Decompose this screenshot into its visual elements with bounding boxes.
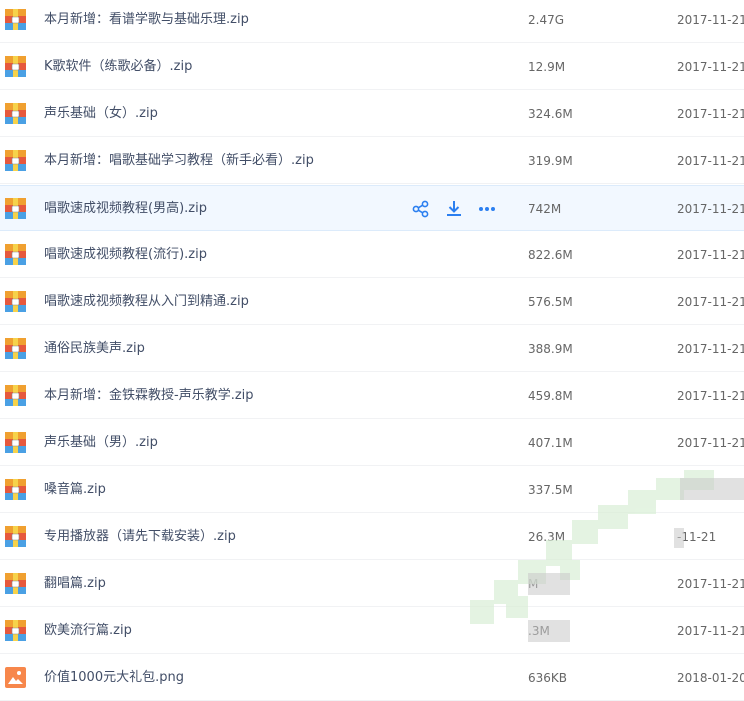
- file-size: .3M: [528, 624, 550, 638]
- file-name-link[interactable]: 唱歌速成视频教程(流行).zip: [44, 232, 207, 278]
- share-icon[interactable]: [410, 198, 432, 220]
- file-row[interactable]: 本月新增：金铁霖教授-声乐教学.zip 459.8M 2017-11-21: [0, 373, 744, 419]
- file-date: 2017-11-21: [677, 60, 744, 74]
- zip-file-icon[interactable]: [5, 385, 26, 406]
- file-size: 576.5M: [528, 295, 573, 309]
- file-row[interactable]: 欧美流行篇.zip .3M 2017-11-21: [0, 608, 744, 654]
- file-date: 2017-11-21: [677, 107, 744, 121]
- file-date: 2017-11-21: [677, 577, 744, 591]
- file-row[interactable]: 唱歌速成视频教程从入门到精通.zip 576.5M 2017-11-21: [0, 279, 744, 325]
- file-name-link[interactable]: 通俗民族美声.zip: [44, 326, 145, 372]
- file-date: 2017-11-21: [677, 295, 744, 309]
- more-icon[interactable]: [476, 198, 498, 220]
- file-name-link[interactable]: 声乐基础（女）.zip: [44, 91, 158, 137]
- file-row[interactable]: 声乐基础（女）.zip 324.6M 2017-11-21: [0, 91, 744, 137]
- file-date: 2017-11-21: [677, 342, 744, 356]
- zip-file-icon[interactable]: [5, 150, 26, 171]
- file-size: 26.3M: [528, 530, 566, 544]
- file-name-link[interactable]: 唱歌速成视频教程(男高).zip: [44, 186, 207, 232]
- file-row[interactable]: 本月新增：看谱学歌与基础乐理.zip 2.47G 2017-11-21: [0, 0, 744, 43]
- file-size: 319.9M: [528, 154, 573, 168]
- file-size: 742M: [528, 202, 562, 216]
- zip-file-icon[interactable]: [5, 291, 26, 312]
- file-row[interactable]: 嗓音篇.zip 337.5M: [0, 467, 744, 513]
- zip-file-icon[interactable]: [5, 620, 26, 641]
- file-size: 822.6M: [528, 248, 573, 262]
- file-size: 388.9M: [528, 342, 573, 356]
- file-name-link[interactable]: 专用播放器（请先下载安装）.zip: [44, 514, 236, 560]
- file-row[interactable]: 唱歌速成视频教程(男高).zip 742M 2017-11-21: [0, 185, 744, 231]
- file-name-link[interactable]: 唱歌速成视频教程从入门到精通.zip: [44, 279, 249, 325]
- file-name-link[interactable]: 本月新增：看谱学歌与基础乐理.zip: [44, 0, 249, 43]
- file-size: M: [528, 577, 539, 591]
- file-date: 2017-11-21: [677, 154, 744, 168]
- file-name-link[interactable]: 价值1000元大礼包.png: [44, 655, 184, 701]
- file-row[interactable]: 专用播放器（请先下载安装）.zip 26.3M -11-21: [0, 514, 744, 560]
- file-row[interactable]: K歌软件（练歌必备）.zip 12.9M 2017-11-21: [0, 44, 744, 90]
- file-size: 337.5M: [528, 483, 573, 497]
- file-name-link[interactable]: 翻唱篇.zip: [44, 561, 106, 607]
- zip-file-icon[interactable]: [5, 198, 26, 219]
- file-date: 2017-11-21: [677, 13, 744, 27]
- file-date: 2017-11-21: [677, 202, 744, 216]
- file-size: 2.47G: [528, 13, 565, 27]
- file-name-link[interactable]: K歌软件（练歌必备）.zip: [44, 44, 192, 90]
- zip-file-icon[interactable]: [5, 338, 26, 359]
- file-date: 2018-01-20: [677, 671, 744, 685]
- zip-file-icon[interactable]: [5, 244, 26, 265]
- file-name-link[interactable]: 嗓音篇.zip: [44, 467, 106, 513]
- zip-file-icon[interactable]: [5, 573, 26, 594]
- image-file-icon[interactable]: [5, 667, 26, 688]
- zip-file-icon[interactable]: [5, 9, 26, 30]
- zip-file-icon[interactable]: [5, 479, 26, 500]
- file-size: 636KB: [528, 671, 568, 685]
- zip-file-icon[interactable]: [5, 526, 26, 547]
- file-name-link[interactable]: 本月新增：金铁霖教授-声乐教学.zip: [44, 373, 254, 419]
- zip-file-icon[interactable]: [5, 56, 26, 77]
- file-name-link[interactable]: 欧美流行篇.zip: [44, 608, 132, 654]
- file-size: 407.1M: [528, 436, 573, 450]
- file-row[interactable]: 声乐基础（男）.zip 407.1M 2017-11-21: [0, 420, 744, 466]
- file-row[interactable]: 唱歌速成视频教程(流行).zip 822.6M 2017-11-21: [0, 232, 744, 278]
- zip-file-icon[interactable]: [5, 103, 26, 124]
- file-size: 459.8M: [528, 389, 573, 403]
- file-date: 2017-11-21: [677, 248, 744, 262]
- file-name-link[interactable]: 本月新增：唱歌基础学习教程（新手必看）.zip: [44, 138, 314, 184]
- file-size: 324.6M: [528, 107, 573, 121]
- download-icon[interactable]: [443, 198, 465, 220]
- file-date: 2017-11-21: [677, 389, 744, 403]
- file-row[interactable]: 翻唱篇.zip M 2017-11-21: [0, 561, 744, 607]
- file-size: 12.9M: [528, 60, 566, 74]
- file-date: -11-21: [677, 530, 717, 544]
- file-date: 2017-11-21: [677, 436, 744, 450]
- zip-file-icon[interactable]: [5, 432, 26, 453]
- file-name-link[interactable]: 声乐基础（男）.zip: [44, 420, 158, 466]
- file-row[interactable]: 通俗民族美声.zip 388.9M 2017-11-21: [0, 326, 744, 372]
- file-row[interactable]: 价值1000元大礼包.png 636KB 2018-01-20: [0, 655, 744, 701]
- file-row[interactable]: 本月新增：唱歌基础学习教程（新手必看）.zip 319.9M 2017-11-21: [0, 138, 744, 184]
- file-date: 2017-11-21: [677, 624, 744, 638]
